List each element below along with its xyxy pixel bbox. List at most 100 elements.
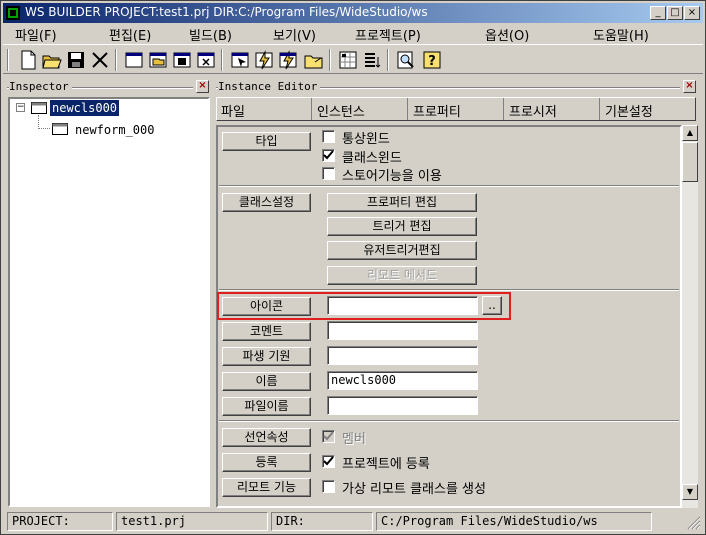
status-project-value: test1.prj: [116, 512, 268, 531]
virtual-remote-label: 가상 리모트 클래스를 생성: [342, 482, 486, 497]
section-divider: [219, 420, 679, 422]
new-file-icon[interactable]: [17, 49, 39, 71]
grid-icon[interactable]: [337, 49, 359, 71]
class-window-label: 클래스윈드: [342, 151, 402, 166]
open-folder-icon[interactable]: [41, 49, 63, 71]
member-label: 멤버: [342, 432, 366, 447]
filename-field[interactable]: [327, 396, 478, 415]
status-dir-label: DIR:: [271, 512, 373, 531]
derive-origin-button[interactable]: 파생 기원: [222, 347, 311, 366]
window-title: WS BUILDER PROJECT:test1.prj DIR:C:/Prog…: [25, 5, 428, 19]
maximize-button[interactable]: □: [667, 6, 683, 20]
save-icon[interactable]: [65, 49, 87, 71]
name-button[interactable]: 이름: [222, 372, 311, 391]
register-project-checkbox[interactable]: [322, 455, 335, 468]
cut-icon[interactable]: [89, 49, 111, 71]
scroll-thumb[interactable]: [682, 142, 698, 182]
menu-edit[interactable]: 편집(E): [109, 25, 151, 44]
member-checkbox: [322, 430, 335, 443]
title-bar[interactable]: WS BUILDER PROJECT:test1.prj DIR:C:/Prog…: [3, 3, 703, 23]
menu-project[interactable]: 프로젝트(P): [355, 25, 421, 44]
filename-button[interactable]: 파일이름: [222, 397, 311, 416]
checkmark-icon: [323, 150, 334, 160]
checkmark-icon: [323, 431, 334, 441]
virtual-remote-checkbox[interactable]: [322, 480, 335, 493]
new-window-icon[interactable]: [123, 49, 145, 71]
menu-bar: 파일(F) 편집(E) 빌드(B) 보기(V) 프로젝트(P) 옵션(O) 도움…: [3, 23, 703, 44]
class-window-icon: [31, 102, 47, 114]
tab-property[interactable]: 프로퍼티: [408, 98, 504, 120]
editor-tabs: 파일 인스턴스 프로퍼티 프로시저 기본설정: [216, 97, 696, 121]
section-divider: [219, 185, 679, 187]
event-edit-icon[interactable]: [277, 49, 299, 71]
store-function-checkbox[interactable]: [322, 167, 335, 180]
resize-grip-icon[interactable]: [685, 514, 701, 530]
property-edit-button[interactable]: 프로퍼티 편집: [327, 193, 477, 212]
tab-basic-settings[interactable]: 기본설정: [600, 98, 694, 120]
icon-button[interactable]: 아이콘: [222, 297, 311, 316]
tab-file[interactable]: 파일: [216, 98, 312, 120]
tree-connector: [38, 128, 50, 129]
scroll-down-icon[interactable]: ▼: [682, 484, 698, 500]
list-icon[interactable]: [361, 49, 383, 71]
user-trigger-edit-button[interactable]: 유저트리거편집: [327, 241, 477, 260]
menu-file[interactable]: 파일(F): [15, 25, 57, 44]
main-window: WS BUILDER PROJECT:test1.prj DIR:C:/Prog…: [0, 0, 706, 535]
class-window-checkbox[interactable]: [322, 149, 335, 162]
inspector-tree: − newcls000 newform_000: [8, 97, 210, 507]
select-icon[interactable]: [229, 49, 251, 71]
instance-editor-close-icon[interactable]: ×: [683, 80, 696, 93]
trigger-edit-button[interactable]: 트리거 편집: [327, 217, 477, 236]
inspector-title: Inspector: [9, 80, 72, 93]
event-icon[interactable]: [253, 49, 275, 71]
store-function-label: 스토어기능을 이용: [342, 169, 442, 184]
editor-scrollbar[interactable]: ▲ ▼: [682, 125, 698, 508]
toolbar-separator: [221, 49, 223, 71]
remote-function-button[interactable]: 리모트 기능: [222, 478, 311, 497]
scroll-up-icon[interactable]: ▲: [682, 125, 698, 141]
comment-button[interactable]: 코멘트: [222, 322, 311, 341]
instance-editor-title: Instance Editor: [218, 80, 321, 93]
tree-node-root[interactable]: newcls000: [50, 100, 120, 116]
derive-origin-field[interactable]: [327, 346, 478, 365]
close-button[interactable]: ×: [684, 6, 700, 20]
open-window-icon[interactable]: [147, 49, 169, 71]
save-window-icon[interactable]: [171, 49, 193, 71]
normal-window-label: 통상윈드: [342, 132, 390, 147]
help-icon[interactable]: ?: [421, 49, 443, 71]
class-settings-button[interactable]: 클래스설정: [222, 193, 311, 212]
status-project-label: PROJECT:: [7, 512, 113, 531]
app-icon: [6, 6, 20, 20]
tab-procedure[interactable]: 프로시저: [504, 98, 600, 120]
checkmark-icon: [323, 456, 334, 466]
icon-field[interactable]: [327, 296, 478, 315]
toolbar: ?: [3, 44, 703, 74]
tab-instance[interactable]: 인스턴스: [312, 98, 408, 120]
register-project-label: 프로젝트에 등록: [342, 457, 430, 472]
menu-help[interactable]: 도움말(H): [593, 25, 649, 44]
icon-browse-button[interactable]: ..: [482, 296, 502, 315]
register-button[interactable]: 등록: [222, 453, 311, 472]
form-icon: [52, 123, 68, 135]
close-window-icon[interactable]: [195, 49, 217, 71]
menu-options[interactable]: 옵션(O): [485, 25, 529, 44]
svg-text:?: ?: [428, 54, 436, 69]
declare-attr-button[interactable]: 선언속성: [222, 428, 311, 447]
search-doc-icon[interactable]: [395, 49, 417, 71]
comment-field[interactable]: [327, 321, 478, 340]
menu-view[interactable]: 보기(V): [273, 25, 316, 44]
toolbar-separator: [387, 49, 389, 71]
menu-build[interactable]: 빌드(B): [189, 25, 232, 44]
toolbar-separator: [329, 49, 331, 71]
section-divider: [219, 289, 679, 291]
name-field[interactable]: newcls000: [327, 371, 478, 390]
inspector-header: Inspector ×: [7, 80, 211, 96]
tree-expander-icon[interactable]: −: [16, 103, 25, 112]
normal-window-checkbox[interactable]: [322, 130, 335, 143]
folder-icon[interactable]: [303, 49, 325, 71]
tree-node-child[interactable]: newform_000: [73, 122, 156, 138]
type-button[interactable]: 타입: [222, 132, 311, 151]
minimize-button[interactable]: _: [650, 6, 666, 20]
toolbar-grip: [7, 49, 9, 71]
inspector-close-icon[interactable]: ×: [196, 80, 209, 93]
